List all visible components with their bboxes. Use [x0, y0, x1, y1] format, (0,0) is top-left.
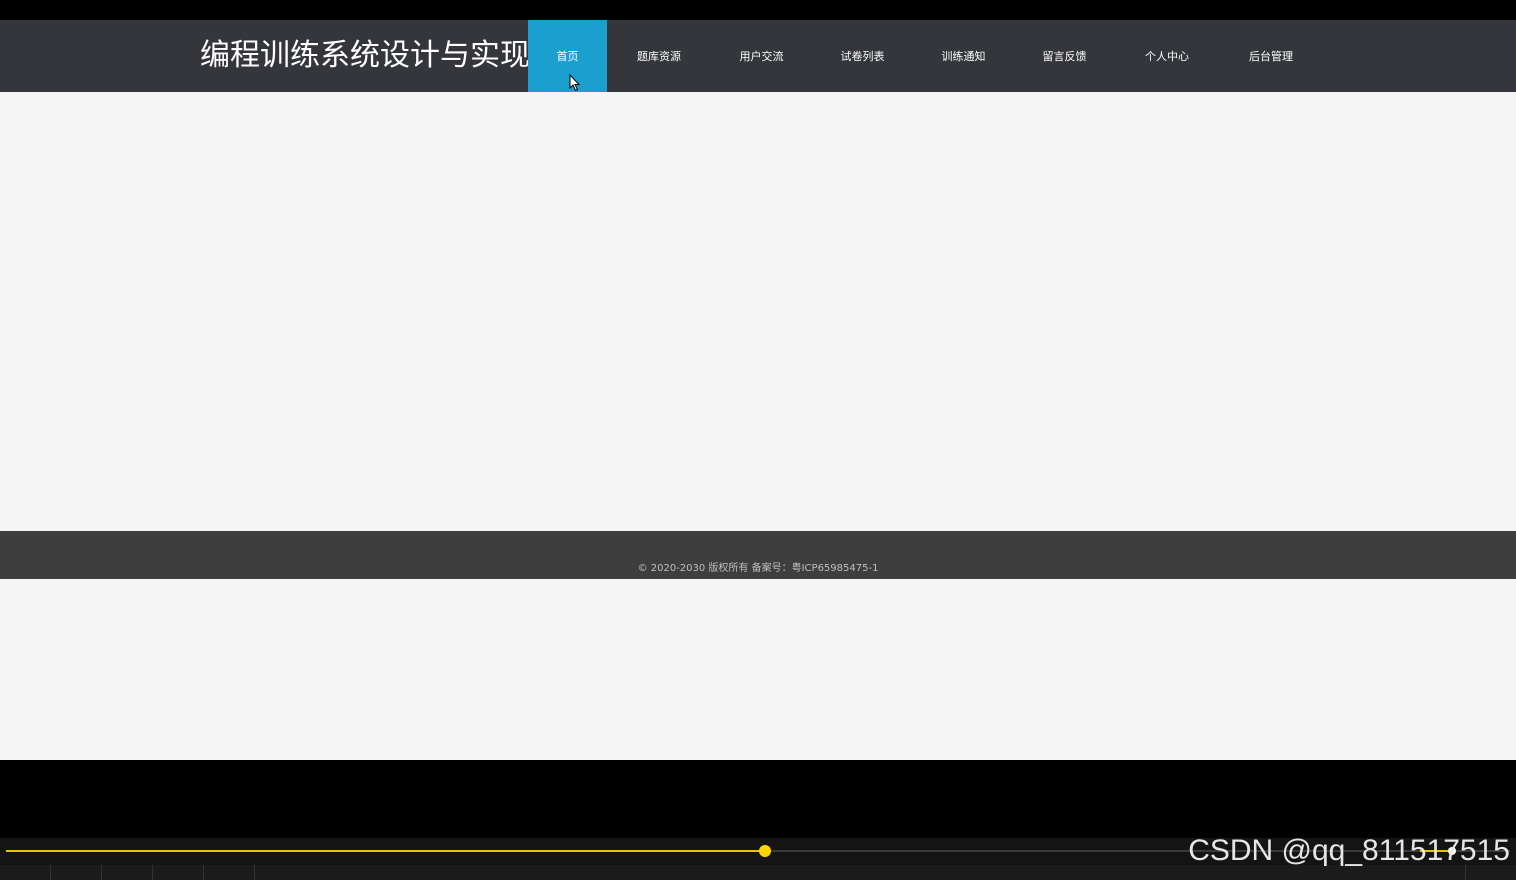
control-button-4[interactable]: [153, 865, 204, 880]
nav-item-exam-list[interactable]: 试卷列表: [812, 20, 913, 92]
nav-item-admin[interactable]: 后台管理: [1219, 20, 1323, 92]
website: 编程训练系统设计与实现 首页 题库资源 用户交流 试卷列表 训练通知 留言反馈 …: [0, 20, 1516, 760]
nav-item-home[interactable]: 首页: [528, 20, 607, 92]
site-footer: © 2020-2030 版权所有 备案号：粤ICP65985475-1: [0, 531, 1516, 579]
progress-fill: [6, 850, 765, 852]
progress-handle[interactable]: [759, 845, 771, 857]
screen: 编程训练系统设计与实现 首页 题库资源 用户交流 试卷列表 训练通知 留言反馈 …: [0, 0, 1516, 880]
main-nav: 首页 题库资源 用户交流 试卷列表 训练通知 留言反馈 个人中心 后台管理: [528, 20, 1323, 92]
copyright-text: © 2020-2030 版权所有 备案号：粤ICP65985475-1: [637, 563, 879, 574]
control-button-1[interactable]: [0, 865, 51, 880]
site-title: 编程训练系统设计与实现: [200, 38, 530, 73]
nav-item-training-notice[interactable]: 训练通知: [913, 20, 1014, 92]
page-blank-area: [0, 579, 1516, 760]
nav-item-personal-center[interactable]: 个人中心: [1115, 20, 1219, 92]
control-button-3[interactable]: [102, 865, 153, 880]
main-content: [0, 92, 1516, 530]
nav-item-user-exchange[interactable]: 用户交流: [711, 20, 812, 92]
control-button-5[interactable]: [204, 865, 255, 880]
control-button-2[interactable]: [51, 865, 102, 880]
watermark: CSDN @qq_811517515: [1188, 834, 1510, 867]
mouse-cursor-icon: [569, 74, 581, 92]
site-header: 编程训练系统设计与实现 首页 题库资源 用户交流 试卷列表 训练通知 留言反馈 …: [0, 20, 1516, 92]
nav-item-feedback[interactable]: 留言反馈: [1014, 20, 1115, 92]
nav-item-question-bank[interactable]: 题库资源: [607, 20, 711, 92]
